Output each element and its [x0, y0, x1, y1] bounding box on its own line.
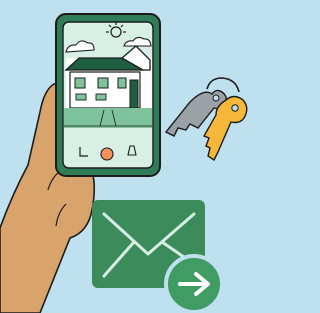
scene-art [0, 0, 255, 313]
smartphone-icon [55, 13, 161, 177]
arrow-right-icon [164, 254, 224, 313]
illustration-scene [0, 0, 255, 313]
